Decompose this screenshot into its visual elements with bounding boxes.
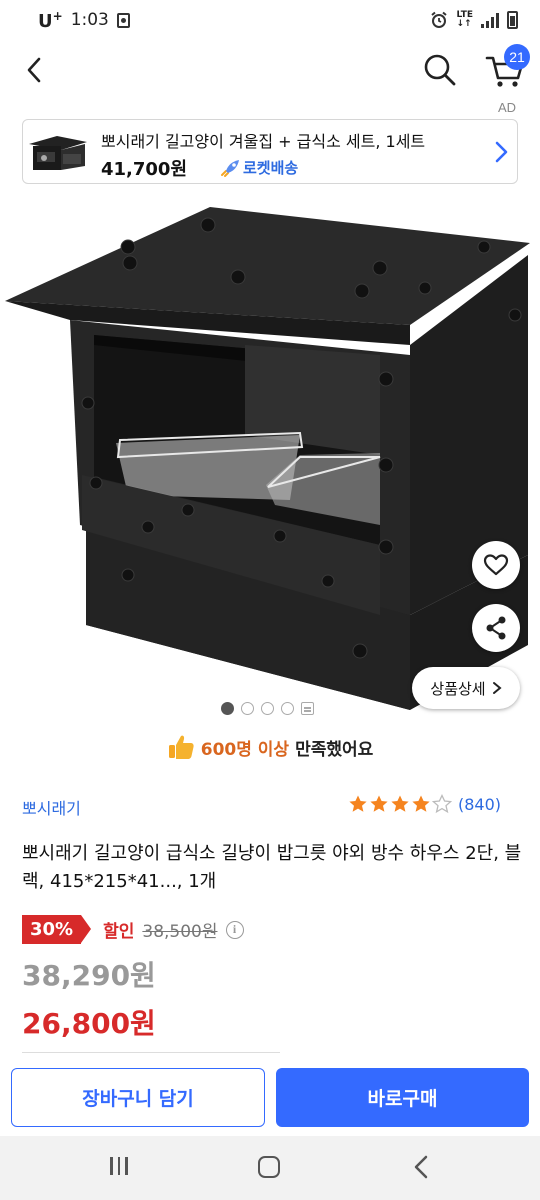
pagination-dot[interactable] — [261, 702, 274, 715]
rocket-icon — [221, 159, 239, 177]
battery-icon — [507, 11, 518, 29]
cart-count-badge: 21 — [504, 44, 530, 70]
product-title: 뽀시래기 길고양이 급식소 길냥이 밥그릇 야외 방수 하우스 2단, 블랙, … — [22, 843, 522, 892]
home-button[interactable] — [258, 1156, 280, 1178]
network-type-label: LTE ↓↑ — [456, 10, 473, 29]
star-filled-icon — [412, 795, 430, 812]
status-bar: U+ 1:03 LTE ↓↑ — [0, 0, 540, 40]
top-app-bar — [0, 40, 540, 100]
gallery-grid-icon[interactable] — [301, 702, 314, 715]
sim-card-icon — [116, 12, 130, 28]
buy-now-button[interactable]: 바로구매 — [276, 1068, 529, 1127]
thumbs-up-icon — [168, 735, 194, 759]
list-price: 38,290원 — [22, 959, 156, 992]
alarm-icon — [431, 11, 448, 28]
satisfaction-count: 600명 이상 — [200, 739, 290, 760]
chevron-left-icon — [27, 57, 41, 83]
chevron-right-icon — [495, 141, 508, 163]
pagination-dot[interactable] — [221, 702, 234, 715]
wishlist-button[interactable] — [472, 541, 520, 589]
star-filled-icon — [391, 795, 409, 812]
seller-link[interactable]: 뽀시래기 — [22, 795, 81, 819]
ad-title: 뽀시래기 길고양이 겨울집 + 급식소 세트, 1세트 — [101, 132, 426, 151]
product-detail-button[interactable]: 상품상세 — [412, 667, 520, 709]
star-filled-icon — [370, 795, 388, 812]
discount-label: 할인 — [103, 922, 135, 942]
divider — [22, 1052, 280, 1053]
rating-summary[interactable]: (840) — [348, 794, 501, 814]
satisfaction-banner: 600명 이상 만족했어요 — [0, 733, 540, 761]
system-navigation-bar — [0, 1136, 540, 1200]
back-button[interactable] — [16, 52, 52, 88]
original-price: 38,500원 — [142, 922, 218, 942]
info-icon[interactable]: i — [225, 920, 244, 939]
recent-apps-button[interactable] — [108, 1157, 130, 1177]
pagination-dot[interactable] — [241, 702, 254, 715]
clock: 1:03 — [70, 10, 109, 30]
discount-row: 30% 할인 38,500원 i — [22, 915, 244, 944]
signal-icon — [481, 12, 499, 28]
share-button[interactable] — [472, 604, 520, 652]
carrier-label: U+ — [38, 8, 63, 32]
star-filled-icon — [349, 795, 367, 812]
system-back-button[interactable] — [410, 1154, 434, 1180]
sale-price: 26,800원 — [22, 1007, 156, 1040]
search-button[interactable] — [420, 50, 460, 90]
star-empty-icon — [432, 794, 452, 814]
pagination-dot[interactable] — [281, 702, 294, 715]
ad-banner[interactable]: 뽀시래기 길고양이 겨울집 + 급식소 세트, 1세트 41,700원 로켓배송 — [22, 119, 518, 184]
share-icon — [486, 616, 506, 640]
heart-icon — [483, 554, 509, 576]
ad-price: 41,700원 — [101, 159, 188, 180]
discount-rate-badge: 30% — [22, 915, 92, 944]
product-main-image[interactable] — [0, 195, 540, 715]
search-icon — [424, 54, 456, 86]
add-to-cart-button[interactable]: 장바구니 담기 — [11, 1068, 265, 1127]
ad-label: AD — [498, 100, 517, 115]
ad-product-thumbnail — [29, 136, 87, 170]
satisfaction-text: 만족했어요 — [295, 739, 374, 760]
purchase-action-bar: 장바구니 담기 바로구매 — [0, 1058, 540, 1136]
rocket-delivery-badge: 로켓배송 — [219, 157, 298, 178]
review-count: (840) — [458, 794, 502, 814]
chevron-right-icon — [492, 682, 502, 694]
image-pagination — [221, 702, 314, 715]
star-rating — [348, 794, 452, 814]
